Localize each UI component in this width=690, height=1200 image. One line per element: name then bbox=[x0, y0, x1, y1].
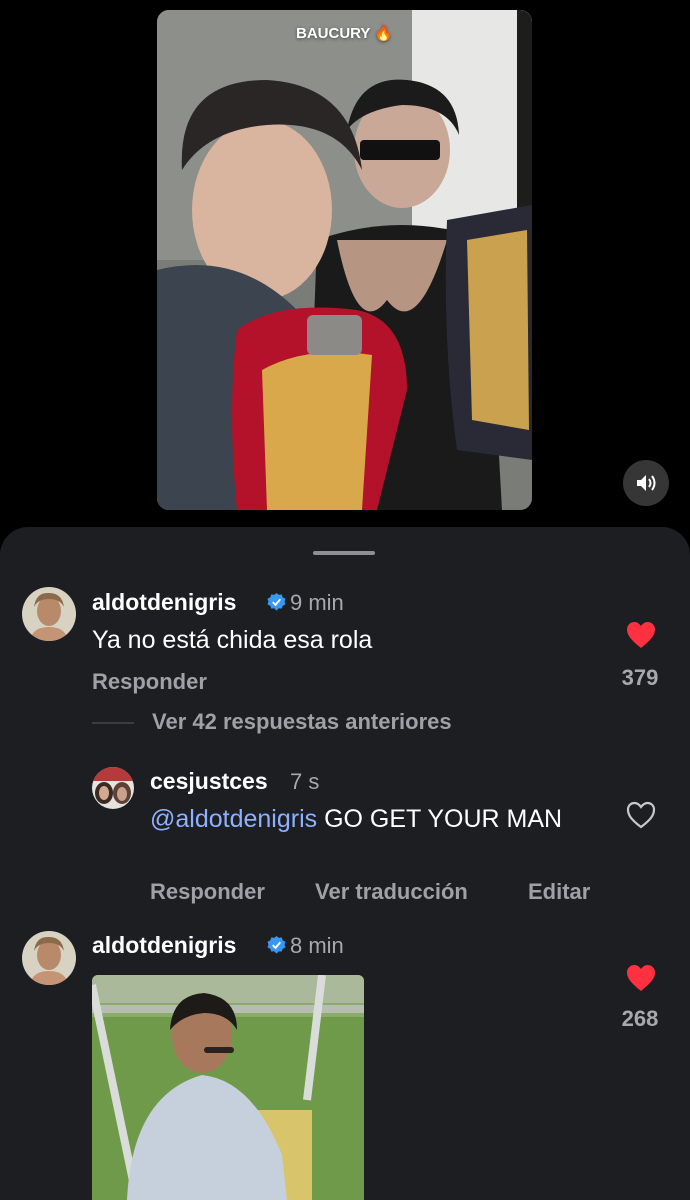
comment-username[interactable]: aldotdenigris bbox=[92, 589, 236, 616]
avatar-image bbox=[22, 587, 76, 641]
speaker-icon bbox=[637, 475, 656, 491]
like-count: 268 bbox=[621, 1006, 659, 1031]
avatar[interactable] bbox=[22, 931, 76, 985]
heart-filled-icon[interactable] bbox=[626, 964, 656, 992]
comment-time: 8 min bbox=[290, 933, 344, 958]
avatar-image bbox=[22, 931, 76, 985]
sheet-drag-handle[interactable] bbox=[313, 551, 375, 555]
reply-text: @aldotdenigris GO GET YOUR MAN bbox=[150, 802, 590, 836]
comment-text: Ya no está chida esa rola bbox=[92, 626, 373, 654]
avatar[interactable] bbox=[22, 587, 76, 641]
video-caption: BAUCURY 🔥 bbox=[295, 25, 394, 42]
translate-button[interactable]: Ver traducción bbox=[315, 879, 468, 905]
reply-button[interactable]: Responder bbox=[150, 879, 265, 905]
avatar-image bbox=[92, 767, 134, 809]
comment-username[interactable]: aldotdenigris bbox=[92, 932, 236, 959]
mute-button[interactable] bbox=[623, 460, 669, 506]
reply-username[interactable]: cesjustces bbox=[150, 768, 268, 795]
verified-badge-icon bbox=[267, 593, 286, 611]
reply-button[interactable]: Responder bbox=[92, 669, 207, 695]
video-frame-image bbox=[157, 10, 532, 510]
replies-divider bbox=[92, 722, 134, 724]
like-count: 379 bbox=[621, 665, 659, 690]
avatar[interactable] bbox=[92, 767, 134, 809]
video-preview[interactable]: BAUCURY 🔥 bbox=[157, 10, 532, 510]
view-previous-replies-button[interactable]: Ver 42 respuestas anteriores bbox=[152, 709, 452, 735]
comment-time: 9 min bbox=[290, 590, 344, 615]
verified-badge-icon bbox=[267, 936, 286, 954]
comments-sheet: aldotdenigris 9 min Ya no está chida esa… bbox=[0, 527, 690, 1200]
reply-time: 7 s bbox=[290, 769, 320, 794]
gif-image bbox=[92, 975, 364, 1200]
mention-link[interactable]: @aldotdenigris bbox=[150, 805, 317, 833]
heart-outline-icon[interactable] bbox=[626, 801, 656, 829]
heart-filled-icon[interactable] bbox=[626, 621, 656, 649]
edit-button[interactable]: Editar bbox=[528, 879, 590, 905]
reply-body: GO GET YOUR MAN bbox=[317, 805, 563, 833]
gif-attachment[interactable] bbox=[92, 975, 364, 1200]
